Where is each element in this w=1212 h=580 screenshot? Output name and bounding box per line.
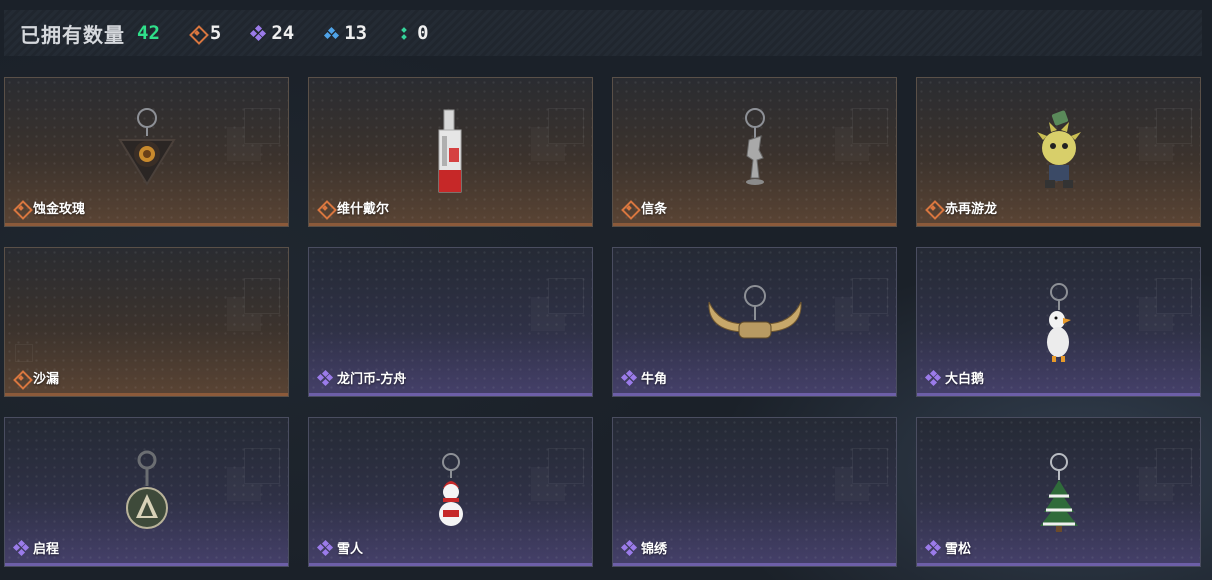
purple-diamond-icon: [620, 539, 638, 556]
stat-purple-count: 24: [271, 22, 295, 44]
card-decoration: [548, 278, 584, 314]
charm-name-row: 雪松: [924, 538, 972, 557]
card-decoration: [1156, 448, 1192, 484]
charm-name-row: 雪人: [316, 538, 364, 557]
card-decoration: [1156, 108, 1192, 144]
stat-purple: 24: [250, 22, 295, 44]
charm-name: 雪松: [945, 541, 972, 556]
stat-green: 0: [397, 22, 429, 44]
purple-diamond-icon: [924, 539, 942, 556]
charm-card[interactable]: 赤再游龙: [916, 77, 1201, 227]
charm-name: 沙漏: [33, 371, 60, 386]
snowman-charm-image: [431, 452, 471, 543]
green-diamond-icon: [397, 26, 411, 40]
purple-diamond-icon: [924, 369, 942, 386]
charm-name: 蚀金玫瑰: [33, 201, 86, 216]
ownership-header: 已拥有数量 42 5 24 13 0: [4, 10, 1202, 56]
charm-name-row: 蚀金玫瑰: [14, 198, 85, 217]
charm-card[interactable]: 雪松: [916, 417, 1201, 567]
purple-diamond-icon: [316, 539, 334, 556]
silver-figure-charm-image: [735, 106, 775, 201]
goose-charm-image: [1039, 282, 1079, 373]
orange-diamond-icon: [190, 26, 204, 40]
card-decoration: [548, 448, 584, 484]
orange-diamond-icon: [318, 201, 332, 215]
purple-diamond-icon: [620, 369, 638, 386]
card-decoration: [852, 278, 888, 314]
stat-green-count: 0: [417, 22, 429, 44]
purple-diamond-icon: [316, 369, 334, 386]
charm-card[interactable]: 维什戴尔: [308, 77, 593, 227]
charm-card[interactable]: 蚀金玫瑰: [4, 77, 289, 227]
card-decoration: [548, 108, 584, 144]
charm-name: 启程: [33, 541, 60, 556]
charm-name: 锦绣: [641, 541, 668, 556]
stat-orange-count: 5: [209, 22, 222, 44]
blue-diamond-icon: [323, 26, 339, 40]
purple-diamond-icon: [12, 539, 30, 556]
card-decoration: [244, 108, 280, 144]
charm-name-row: 信条: [622, 198, 667, 217]
charm-name-row: 龙门币-方舟: [316, 368, 407, 387]
charm-name-row: 赤再游龙: [926, 198, 997, 217]
snowy-tree-charm-image: [1036, 452, 1082, 543]
charm-grid: 蚀金玫瑰 维什戴尔 信条 赤再游龙 沙漏 龙门币-方舟 牛角 大白鹅 启程 雪人…: [4, 77, 1201, 567]
charm-name-row: 大白鹅: [924, 368, 985, 387]
charm-name: 维什戴尔: [337, 201, 390, 216]
orange-diamond-icon: [622, 201, 636, 215]
charm-name: 牛角: [641, 371, 668, 386]
charm-name-row: 牛角: [620, 368, 668, 387]
charm-card[interactable]: 锦绣: [612, 417, 897, 567]
red-card-charm-image: [431, 108, 471, 203]
charm-card[interactable]: 启程: [4, 417, 289, 567]
charm-name: 赤再游龙: [945, 201, 998, 216]
orange-diamond-icon: [14, 201, 28, 215]
charm-name-row: 维什戴尔: [318, 198, 389, 217]
charm-card[interactable]: 信条: [612, 77, 897, 227]
card-decoration: [244, 278, 280, 314]
charm-card[interactable]: 雪人: [308, 417, 593, 567]
owned-total-count: 42: [137, 22, 160, 44]
stat-blue: 13: [323, 22, 368, 44]
owned-count-label: 已拥有数量: [20, 24, 125, 47]
charm-name: 大白鹅: [945, 371, 985, 386]
horns-charm-image: [705, 284, 805, 369]
charm-name-row: 启程: [12, 538, 60, 557]
card-decoration: [852, 448, 888, 484]
charm-card[interactable]: 沙漏: [4, 247, 289, 397]
stat-blue-count: 13: [344, 22, 368, 44]
medal-charm-image: [122, 450, 172, 545]
orange-diamond-icon: [14, 371, 28, 385]
stat-orange: 5: [190, 22, 221, 44]
card-decoration: [852, 108, 888, 144]
charm-name: 雪人: [337, 541, 364, 556]
yellow-dragon-charm-image: [1029, 110, 1089, 205]
orange-diamond-icon: [926, 201, 940, 215]
charm-card[interactable]: 牛角: [612, 247, 897, 397]
dark-rose-charm-image: [112, 106, 182, 201]
charm-name: 龙门币-方舟: [337, 371, 407, 386]
card-decoration: [15, 344, 33, 362]
charm-card[interactable]: 大白鹅: [916, 247, 1201, 397]
charm-name: 信条: [641, 201, 668, 216]
charm-name-row: 沙漏: [14, 368, 59, 387]
purple-diamond-icon: [250, 24, 267, 42]
card-decoration: [244, 448, 280, 484]
card-decoration: [1156, 278, 1192, 314]
charm-name-row: 锦绣: [620, 538, 668, 557]
charm-card[interactable]: 龙门币-方舟: [308, 247, 593, 397]
